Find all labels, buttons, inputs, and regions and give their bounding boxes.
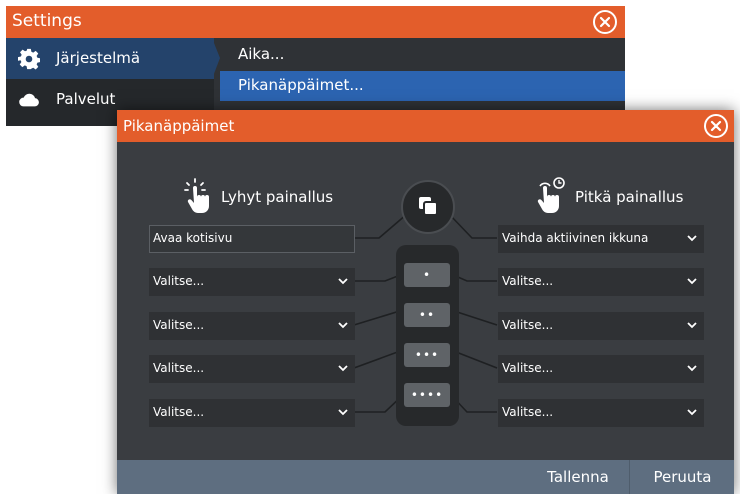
chevron-down-icon [338, 278, 348, 285]
shortcut-key-1[interactable]: • [404, 263, 450, 287]
long-press-value: Valitse... [502, 361, 554, 375]
shortcut-key-main[interactable] [401, 180, 455, 234]
menu-item-aika[interactable]: Aika... [220, 40, 625, 70]
chevron-down-icon [687, 409, 697, 416]
dialog-footer: Tallenna Peruuta [117, 460, 734, 494]
chevron-down-icon [687, 365, 697, 372]
long-press-value: Valitse... [502, 405, 554, 419]
cancel-button[interactable]: Peruuta [629, 460, 735, 494]
gear-icon [18, 48, 40, 70]
tap-hand-icon [184, 178, 209, 213]
settings-close-button[interactable] [593, 10, 617, 34]
short-press-value: Valitse... [153, 274, 205, 288]
chevron-down-icon [338, 365, 348, 372]
settings-title: Settings [12, 11, 82, 31]
sidebar-item-label: Järjestelmä [56, 49, 141, 67]
short-press-value: Valitse... [153, 318, 205, 332]
chevron-down-icon [687, 278, 697, 285]
long-press-dropdown-4[interactable]: Valitse... [498, 355, 704, 383]
selection-arrow [212, 38, 220, 79]
long-press-dropdown-5[interactable]: Valitse... [498, 399, 704, 427]
short-press-dropdown-5[interactable]: Valitse... [149, 399, 355, 427]
long-press-dropdown-2[interactable]: Valitse... [498, 268, 704, 296]
menu-item-label: Pikanäppäimet... [238, 76, 364, 94]
long-press-dropdown-3[interactable]: Valitse... [498, 312, 704, 340]
long-press-value: Valitse... [502, 274, 554, 288]
short-press-dropdown-4[interactable]: Valitse... [149, 355, 355, 383]
close-icon [599, 16, 611, 28]
long-press-label: Pitkä painallus [575, 188, 684, 206]
short-press-field-1[interactable]: Avaa kotisivu [149, 225, 355, 253]
short-press-value: Valitse... [153, 361, 205, 375]
short-press-value: Valitse... [153, 405, 205, 419]
long-press-hand-icon [537, 177, 565, 213]
save-button[interactable]: Tallenna [530, 460, 626, 494]
shortcut-keys-panel: • •• ••• •••• [396, 245, 459, 426]
long-press-value: Vaihda aktiivinen ikkuna [502, 231, 649, 245]
menu-item-pikanappaimet[interactable]: Pikanäppäimet... [220, 71, 625, 101]
cloud-icon [19, 93, 39, 107]
short-press-dropdown-3[interactable]: Valitse... [149, 312, 355, 340]
settings-titlebar: Settings [6, 6, 625, 38]
short-press-label: Lyhyt painallus [221, 188, 334, 206]
short-press-value: Avaa kotisivu [153, 231, 233, 245]
menu-item-label: Aika... [238, 45, 285, 63]
shortcut-key-3[interactable]: ••• [404, 343, 450, 367]
shortcut-keys-dialog: Pikanäppäimet Lyhyt painallus Pitkä pain… [117, 110, 734, 494]
windows-icon [419, 197, 438, 216]
settings-window: Settings Järjestelmä Palvelut Aika... Pi… [6, 6, 625, 126]
long-press-dropdown-1[interactable]: Vaihda aktiivinen ikkuna [498, 225, 704, 253]
shortcut-key-4[interactable]: •••• [404, 383, 450, 407]
sidebar-item-label: Palvelut [56, 90, 116, 108]
sidebar-item-jarjestelma[interactable]: Järjestelmä [6, 38, 220, 79]
shortcut-key-2[interactable]: •• [404, 303, 450, 327]
chevron-down-icon [338, 322, 348, 329]
chevron-down-icon [687, 235, 697, 242]
short-press-dropdown-2[interactable]: Valitse... [149, 268, 355, 296]
chevron-down-icon [687, 322, 697, 329]
long-press-value: Valitse... [502, 318, 554, 332]
chevron-down-icon [338, 409, 348, 416]
